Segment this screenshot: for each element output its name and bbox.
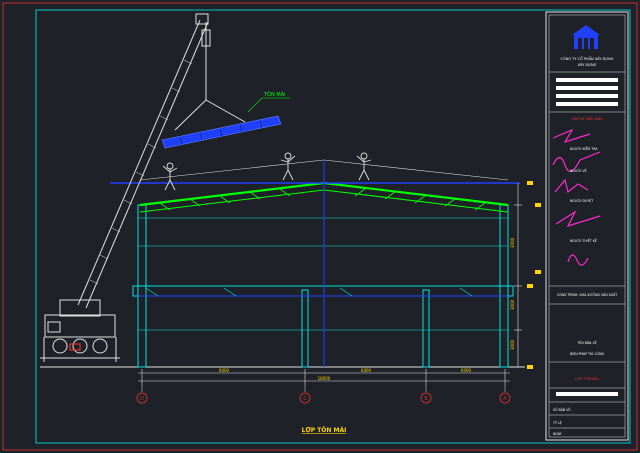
cad-drawing: CÔNG TY CỔ PHẦN XÂY DỰNG XÂY DỰNG CHỮ KÝ…: [2, 2, 638, 451]
height-dim-3: 3000: [510, 339, 515, 350]
worker-icon: [280, 152, 296, 181]
signature-3: [554, 178, 589, 194]
crane-boom: [77, 19, 201, 306]
title-block: CÔNG TY CỔ PHẦN XÂY DỰNG XÂY DỰNG CHỮ KÝ…: [545, 11, 629, 441]
column-b: [422, 289, 430, 368]
roof-truss: [110, 159, 520, 367]
company-subtitle: XÂY DỰNG: [578, 62, 597, 67]
crane-chassis: [44, 314, 116, 338]
project-line: CÔNG TRÌNH: NHÀ XƯỞNG SẢN XUẤT: [557, 292, 618, 297]
role-2: NGƯỜI VẼ: [570, 168, 587, 173]
signature-header: CHỮ KÝ ĐẦU MÀU: [571, 116, 603, 121]
column-c: [301, 289, 309, 368]
footer-line-3: NGÀY: [553, 431, 562, 436]
height-dim-1: 3000: [510, 237, 515, 248]
company-name: CÔNG TY CỔ PHẦN XÂY DỰNG: [560, 56, 613, 61]
panel-leader: [247, 97, 263, 113]
vertical-dimensions: [514, 183, 522, 368]
signature-1: [552, 128, 591, 144]
axis-c-label: C: [303, 396, 307, 402]
axis-a-label: A: [503, 396, 507, 402]
sheet-title: LỢP TÔN MÁI: [575, 376, 598, 381]
sheet-border-inner: [35, 9, 631, 444]
drawing-name: BIỆN PHÁP THI CÔNG: [570, 351, 604, 356]
grid-axes: [136, 385, 511, 404]
roof-panel: [161, 115, 282, 149]
level-markers: [527, 181, 541, 369]
footer-line-2: TỶ LỆ: [552, 420, 562, 425]
drawing-name-label: TÊN BẢN VẼ: [576, 340, 596, 345]
company-logo-icon: [572, 25, 600, 49]
axis-b-label: B: [424, 396, 428, 402]
span-dim-1: 6000: [219, 368, 230, 373]
role-1: NGƯỜI KIỂM TRA: [570, 146, 598, 151]
footer-line-1: SỐ BẢN VẼ: [553, 407, 571, 412]
main-title: LỢP TÔN MÁI: [302, 427, 347, 434]
sheet-border-outer: [2, 2, 638, 451]
span-dim-3: 6000: [461, 368, 472, 373]
axis-d-label: D: [140, 396, 144, 402]
total-dim: 18000: [318, 376, 331, 381]
worker-icon: [356, 152, 372, 181]
signature-4: [555, 210, 601, 227]
mobile-crane: [40, 13, 246, 362]
span-dim-2: 6000: [361, 368, 372, 373]
signature-5: [567, 254, 589, 266]
building-frame: [132, 204, 514, 368]
panel-label: TÔN MÁI: [263, 91, 286, 98]
floor-beam: [132, 285, 514, 297]
height-dim-2: 3000: [510, 299, 515, 310]
role-4: NGƯỜI THIẾT KẾ: [570, 237, 598, 243]
role-3: NGƯỜI DUYỆT: [570, 198, 593, 203]
